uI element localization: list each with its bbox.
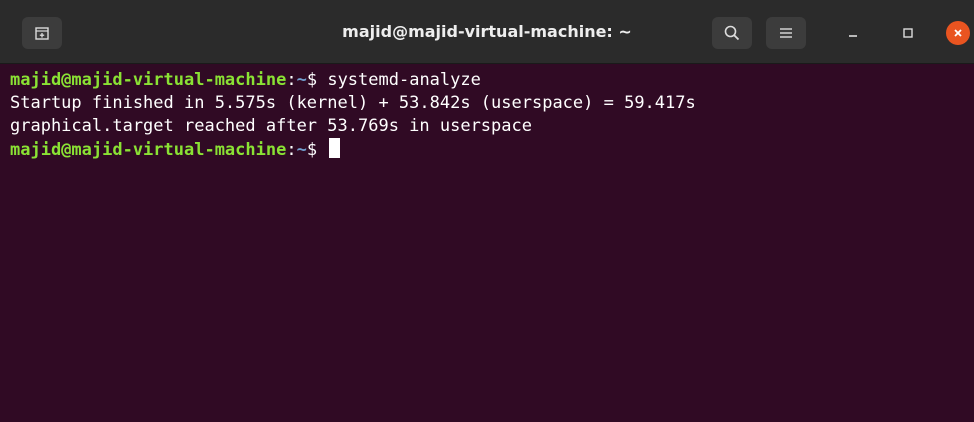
prompt-symbol: $: [306, 140, 328, 160]
prompt-line: majid@majid-virtual-machine:~$: [10, 138, 974, 161]
window-title: majid@majid-virtual-machine: ~: [342, 22, 632, 41]
title-bar[interactable]: majid@majid-virtual-machine: ~: [0, 0, 974, 64]
window-edge: [0, 64, 10, 422]
hamburger-menu-icon: [780, 28, 792, 38]
prompt-cwd: ~: [296, 70, 307, 90]
text-cursor[interactable]: [329, 138, 341, 158]
terminal-window: majid@majid-virtual-machine: ~ majid@maj…: [0, 0, 974, 422]
search-button[interactable]: [712, 17, 752, 49]
prompt-cwd: ~: [296, 140, 307, 160]
search-icon: [724, 25, 740, 41]
new-tab-button[interactable]: [22, 17, 62, 49]
maximize-icon: [903, 28, 913, 38]
close-icon: [954, 29, 962, 37]
new-tab-icon: [35, 27, 49, 40]
terminal-output-area[interactable]: majid@majid-virtual-machine:~$ systemd-a…: [10, 64, 974, 422]
prompt-colon: :: [286, 70, 297, 90]
prompt-line: majid@majid-virtual-machine:~$ systemd-a…: [10, 69, 974, 92]
prompt-user-host: majid@majid-virtual-machine: [10, 140, 287, 160]
command-text: systemd-analyze: [327, 70, 481, 90]
maximize-button[interactable]: [897, 22, 919, 44]
prompt-user-host: majid@majid-virtual-machine: [10, 70, 287, 90]
close-button[interactable]: [946, 21, 970, 45]
output-line: graphical.target reached after 53.769s i…: [10, 116, 532, 136]
output-line: Startup finished in 5.575s (kernel) + 53…: [10, 93, 696, 113]
prompt-colon: :: [286, 140, 297, 160]
prompt-symbol: $: [306, 70, 328, 90]
menu-button[interactable]: [766, 17, 806, 49]
minimize-icon: [849, 35, 857, 37]
minimize-button[interactable]: [842, 22, 864, 44]
